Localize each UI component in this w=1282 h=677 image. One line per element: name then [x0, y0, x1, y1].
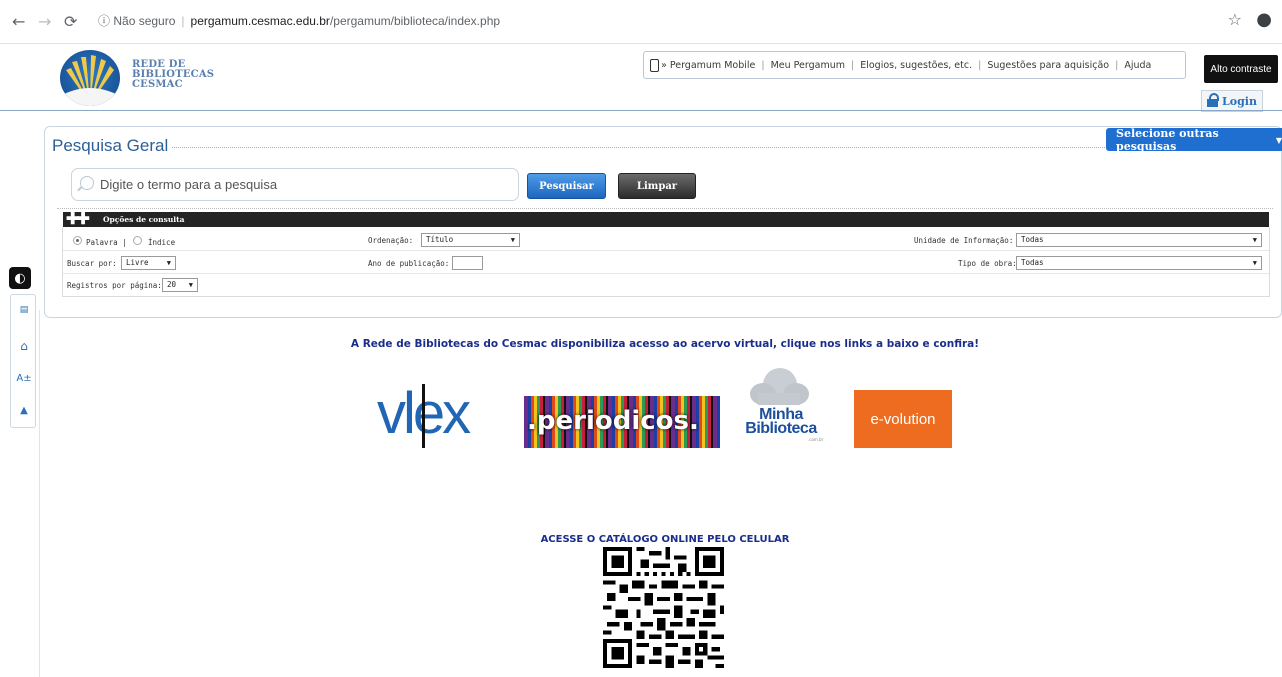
chevron-down-icon: ▼	[1252, 236, 1257, 244]
query-options-header[interactable]: ✚✚ Opções de consulta	[63, 209, 1269, 228]
cesmac-logo-icon[interactable]	[60, 50, 120, 106]
high-contrast-button[interactable]: Alto contraste	[1204, 55, 1278, 83]
login-button[interactable]: Login	[1201, 90, 1263, 112]
title-rule	[172, 147, 1107, 148]
tipo-value: Todas	[1021, 258, 1044, 267]
search-icon	[80, 176, 94, 190]
url-path: /pergamum/biblioteca/index.php	[329, 14, 501, 28]
contrast-toggle-icon[interactable]: ◐	[9, 267, 31, 289]
minha-line-2: Biblioteca	[745, 420, 817, 437]
reload-icon[interactable]: ⟳	[64, 12, 77, 31]
mobile-catalog-heading: ACESSE O CATÁLOGO ONLINE PELO CELULAR	[540, 534, 790, 545]
font-size-icon[interactable]: A±	[11, 373, 37, 384]
lock-icon	[1207, 93, 1220, 107]
search-input[interactable]	[100, 174, 500, 194]
nav-pergamum-mobile[interactable]: » Pergamum Mobile	[661, 60, 755, 71]
buscar-value: Livre	[126, 258, 149, 267]
tipo-select[interactable]: Todas ▼	[1016, 256, 1262, 270]
site-header: REDE DE BIBLIOTECAS CESMAC » Pergamum Mo…	[0, 44, 1282, 114]
nav-sugestoes[interactable]: Sugestões para aquisição	[987, 60, 1109, 71]
login-label: Login	[1222, 94, 1257, 108]
periodicos-text: .periodicos.	[527, 406, 699, 436]
radio-palavra[interactable]	[73, 236, 82, 245]
minha-biblioteca-logo-link[interactable]: Minha Biblioteca	[738, 407, 824, 437]
address-bar[interactable]: ⓘ Não seguro | pergamum.cesmac.edu.br/perg…	[98, 10, 500, 32]
nav-meu-pergamum[interactable]: Meu Pergamum	[771, 60, 845, 71]
dotted-divider	[57, 208, 1273, 209]
logo-line-3: CESMAC	[132, 79, 183, 90]
content-border	[39, 310, 40, 677]
unidade-value: Todas	[1021, 235, 1044, 244]
info-icon[interactable]: ⓘ	[98, 14, 110, 28]
page-title: Pesquisa Geral	[52, 136, 169, 155]
top-navigation: » Pergamum Mobile | Meu Pergamum | Elogi…	[643, 51, 1186, 79]
menu-icon[interactable]: ▤	[11, 305, 37, 315]
ordenacao-value: Título	[426, 235, 454, 244]
chevron-down-icon: ▼	[188, 281, 193, 289]
buscar-select[interactable]: Livre ▼	[121, 256, 176, 270]
evolution-logo-link[interactable]: e-volution	[854, 390, 952, 448]
row-divider	[63, 250, 1269, 251]
security-label: Não seguro	[113, 14, 176, 28]
ordenacao-select[interactable]: Título ▼	[421, 233, 520, 247]
announcement-text: A Rede de Bibliotecas do Cesmac disponib…	[350, 338, 980, 350]
account-icon[interactable]: ●	[1256, 9, 1272, 30]
periodicos-logo-link[interactable]: .periodicos.	[524, 396, 720, 448]
palavra-label: Palavra |	[86, 238, 127, 247]
chevron-down-icon: ▼	[166, 259, 171, 267]
plus-icon: ✚✚	[66, 209, 90, 228]
tipo-label: Tipo de obra:	[958, 259, 1017, 268]
registros-label: Registros por página:	[67, 281, 162, 290]
minha-sub: .com.br	[808, 437, 824, 442]
accessibility-bar: ▤ ⌂ A± ▲	[10, 294, 36, 428]
select-other-searches-button[interactable]: Selecione outras pesquisas ▼	[1106, 126, 1282, 153]
unidade-label: Unidade de Informação:	[914, 236, 1014, 245]
mobile-phone-icon	[650, 58, 659, 72]
back-icon[interactable]: ←	[12, 12, 25, 31]
search-button[interactable]: Pesquisar	[527, 173, 606, 199]
indice-label: Índice	[148, 238, 176, 247]
radio-indice[interactable]	[133, 236, 142, 245]
row-divider	[63, 273, 1269, 274]
url-host: pergamum.cesmac.edu.br	[190, 14, 330, 28]
chevron-down-icon: ▼	[1252, 259, 1257, 267]
chevron-down-icon: ▼	[1275, 134, 1282, 145]
qr-code-icon	[603, 547, 724, 668]
clear-button[interactable]: Limpar	[618, 173, 696, 199]
cloud-icon[interactable]	[748, 365, 810, 407]
logo-text: REDE DE BIBLIOTECAS CESMAC	[132, 60, 214, 90]
vlex-logo-bar	[422, 384, 425, 448]
browser-toolbar: ← → ⟳ ⓘ Não seguro | pergamum.cesmac.edu.b…	[0, 0, 1282, 44]
registros-select[interactable]: 20 ▼	[162, 278, 198, 292]
unidade-select[interactable]: Todas ▼	[1016, 233, 1262, 247]
registros-value: 20	[167, 280, 177, 289]
header-divider	[0, 110, 1282, 111]
ano-label: Ano de publicação:	[368, 259, 450, 268]
forward-icon[interactable]: →	[38, 12, 51, 31]
ano-input[interactable]	[452, 256, 483, 270]
nav-ajuda[interactable]: Ajuda	[1124, 60, 1151, 71]
arrow-up-icon[interactable]: ▲	[11, 405, 37, 416]
nav-elogios[interactable]: Elogios, sugestões, etc.	[860, 60, 972, 71]
select-other-label: Selecione outras pesquisas	[1116, 126, 1219, 153]
bookmark-star-icon[interactable]: ☆	[1228, 10, 1242, 29]
options-title: Opções de consulta	[103, 215, 185, 224]
buscar-label: Buscar por:	[67, 259, 117, 268]
chevron-down-icon: ▼	[510, 236, 515, 244]
ordenacao-label: Ordenação:	[368, 236, 414, 245]
